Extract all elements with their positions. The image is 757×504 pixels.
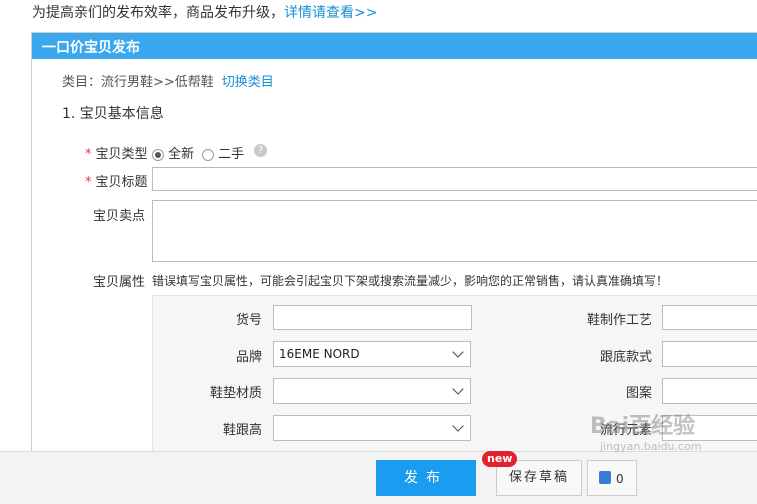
- item-type-label: * 宝贝类型: [85, 143, 148, 162]
- chevron-down-icon: [452, 383, 464, 395]
- preview-button[interactable]: 0: [587, 460, 637, 496]
- attr-pattern-label: 图案: [625, 386, 652, 401]
- category-line: 类目：流行男鞋>>低帮鞋 切换类目: [62, 71, 274, 90]
- attr-heel-label: 鞋跟高: [222, 423, 262, 438]
- attr-huohao-input[interactable]: [273, 305, 472, 330]
- upgrade-notice: 为提高亲们的发布效率，商品发布升级，详情请查看>>: [32, 2, 377, 22]
- attr-insole-label: 鞋垫材质: [209, 386, 262, 401]
- attr-sole-label: 跟底款式: [599, 350, 652, 365]
- watermark-sub: jingyan.baidu.com: [600, 440, 702, 453]
- attr-brand-value: 16EME NORD: [279, 347, 360, 361]
- item-attributes-label: 宝贝属性: [93, 275, 146, 290]
- attr-heel-select[interactable]: [273, 415, 471, 441]
- selling-point-label: 宝贝卖点: [93, 209, 146, 224]
- category-path: 类目：流行男鞋>>低帮鞋: [62, 75, 214, 90]
- attr-craft-input[interactable]: [662, 305, 757, 330]
- preview-icon: 0: [599, 471, 624, 486]
- attributes-warning: 错误填写宝贝属性，可能会引起宝贝下架或搜索流量减少，影响您的正常销售，请认真准确…: [152, 274, 669, 288]
- type-option-new-label: 全新: [168, 147, 195, 162]
- radio-unselected-icon[interactable]: [202, 148, 214, 161]
- section-title: 1. 宝贝基本信息: [62, 106, 164, 122]
- publish-button[interactable]: 发布: [376, 460, 476, 496]
- details-link[interactable]: 详情请查看>>: [284, 5, 377, 21]
- watermark-text: Bai百经验: [590, 414, 696, 439]
- item-title-label: * 宝贝标题: [85, 171, 148, 190]
- selling-point-textarea[interactable]: [152, 200, 757, 262]
- panel-title: 一口价宝贝发布: [42, 40, 140, 56]
- attr-sole-input[interactable]: [662, 341, 757, 367]
- chevron-down-icon: [452, 346, 464, 358]
- type-option-used-label: 二手: [218, 147, 245, 162]
- attr-craft-label: 鞋制作工艺: [586, 313, 652, 328]
- item-type-text: 宝贝类型: [95, 147, 148, 162]
- new-badge: new: [482, 451, 518, 467]
- required-mark: *: [85, 147, 92, 162]
- attr-brand-select[interactable]: 16EME NORD: [273, 341, 471, 367]
- preview-glyph: 0: [616, 472, 624, 486]
- item-title-input[interactable]: [152, 167, 757, 191]
- type-option-used[interactable]: 二手: [202, 143, 244, 162]
- panel-header: 一口价宝贝发布: [32, 33, 757, 59]
- baidu-watermark: Bai百经验 jingyan.baidu.com: [590, 408, 702, 453]
- attr-insole-select[interactable]: [273, 378, 471, 404]
- attr-pattern-input[interactable]: [662, 378, 757, 404]
- required-mark: *: [85, 175, 92, 190]
- notice-text: 为提高亲们的发布效率，商品发布升级，: [32, 5, 284, 21]
- switch-category-link[interactable]: 切换类目: [222, 75, 274, 90]
- attr-huohao-label: 货号: [235, 313, 262, 328]
- radio-selected-icon[interactable]: [152, 148, 164, 161]
- help-icon[interactable]: ?: [254, 144, 267, 157]
- chevron-down-icon: [452, 420, 464, 432]
- attr-brand-label: 品牌: [235, 350, 262, 365]
- type-option-new[interactable]: 全新: [152, 143, 194, 162]
- item-title-text: 宝贝标题: [95, 175, 148, 190]
